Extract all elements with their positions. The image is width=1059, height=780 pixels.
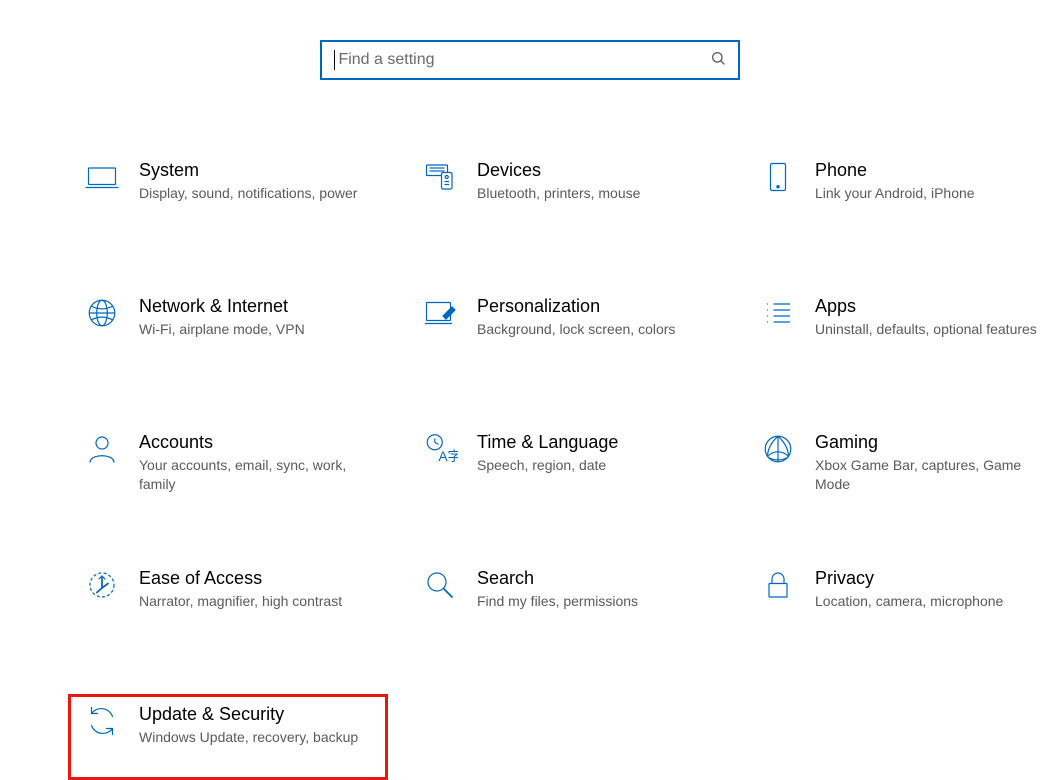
tile-phone[interactable]: Phone Link your Android, iPhone <box>744 150 1059 236</box>
tile-accounts[interactable]: Accounts Your accounts, email, sync, wor… <box>68 422 388 508</box>
update-icon <box>77 703 127 739</box>
search-input[interactable] <box>336 50 709 70</box>
tile-title: Search <box>477 567 638 590</box>
tile-title: Gaming <box>815 431 1049 454</box>
tile-title: Network & Internet <box>139 295 305 318</box>
gaming-icon <box>753 431 803 467</box>
settings-grid: System Display, sound, notifications, po… <box>0 150 1059 780</box>
svg-text:A字: A字 <box>439 449 459 464</box>
tile-title: Privacy <box>815 567 1003 590</box>
tile-desc: Wi-Fi, airplane mode, VPN <box>139 320 305 339</box>
tile-title: Devices <box>477 159 640 182</box>
system-icon <box>77 159 127 195</box>
text-cursor <box>334 50 335 70</box>
tile-title: Personalization <box>477 295 675 318</box>
globe-icon <box>77 295 127 331</box>
tile-network[interactable]: Network & Internet Wi-Fi, airplane mode,… <box>68 286 388 372</box>
tile-time-language[interactable]: A字 Time & Language Speech, region, date <box>406 422 726 508</box>
tile-desc: Xbox Game Bar, captures, Game Mode <box>815 456 1049 494</box>
tile-desc: Uninstall, defaults, optional features <box>815 320 1037 339</box>
tile-system[interactable]: System Display, sound, notifications, po… <box>68 150 388 236</box>
tile-personalization[interactable]: Personalization Background, lock screen,… <box>406 286 726 372</box>
tile-desc: Find my files, permissions <box>477 592 638 611</box>
tile-desc: Your accounts, email, sync, work, family <box>139 456 373 494</box>
tile-search[interactable]: Search Find my files, permissions <box>406 558 726 644</box>
ease-of-access-icon <box>77 567 127 603</box>
tile-update-security[interactable]: Update & Security Windows Update, recove… <box>68 694 388 780</box>
tile-desc: Windows Update, recovery, backup <box>139 728 358 747</box>
tile-desc: Bluetooth, printers, mouse <box>477 184 640 203</box>
tile-desc: Display, sound, notifications, power <box>139 184 357 203</box>
tile-gaming[interactable]: Gaming Xbox Game Bar, captures, Game Mod… <box>744 422 1059 508</box>
tile-title: Apps <box>815 295 1037 318</box>
search-box[interactable] <box>320 40 740 80</box>
accounts-icon <box>77 431 127 467</box>
tile-desc: Location, camera, microphone <box>815 592 1003 611</box>
tile-title: Time & Language <box>477 431 618 454</box>
lock-icon <box>753 567 803 603</box>
personalization-icon <box>415 295 465 331</box>
tile-title: Phone <box>815 159 975 182</box>
tile-desc: Narrator, magnifier, high contrast <box>139 592 342 611</box>
phone-icon <box>753 159 803 195</box>
tile-desc: Link your Android, iPhone <box>815 184 975 203</box>
tile-devices[interactable]: Devices Bluetooth, printers, mouse <box>406 150 726 236</box>
search-icon <box>710 50 726 71</box>
devices-icon <box>415 159 465 195</box>
search-tile-icon <box>415 567 465 603</box>
tile-title: Update & Security <box>139 703 358 726</box>
time-language-icon: A字 <box>415 431 465 467</box>
tile-apps[interactable]: Apps Uninstall, defaults, optional featu… <box>744 286 1059 372</box>
apps-icon <box>753 295 803 331</box>
tile-ease-of-access[interactable]: Ease of Access Narrator, magnifier, high… <box>68 558 388 644</box>
tile-title: Accounts <box>139 431 373 454</box>
tile-desc: Speech, region, date <box>477 456 618 475</box>
tile-title: Ease of Access <box>139 567 342 590</box>
tile-title: System <box>139 159 357 182</box>
tile-privacy[interactable]: Privacy Location, camera, microphone <box>744 558 1059 644</box>
tile-desc: Background, lock screen, colors <box>477 320 675 339</box>
